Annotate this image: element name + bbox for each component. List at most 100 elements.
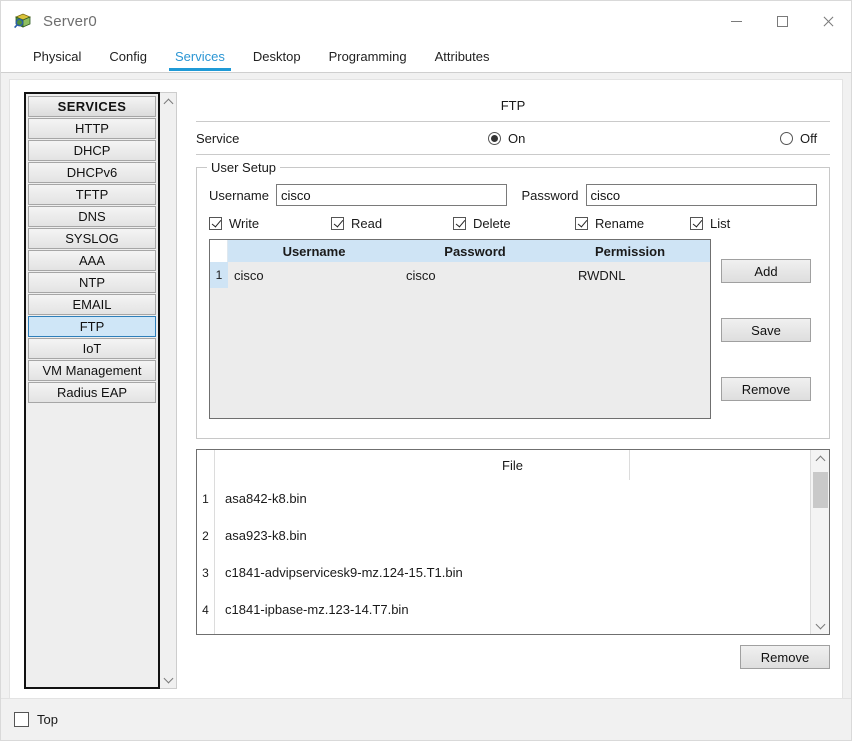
minimize-icon[interactable] <box>713 1 759 41</box>
permissions-row: Write Read Delete Rename List <box>209 216 817 231</box>
tab-bar: Physical Config Services Desktop Program… <box>1 41 851 73</box>
file-column-header: File <box>215 450 810 480</box>
service-label: Service <box>196 130 240 146</box>
sidebar-item-dhcp[interactable]: DHCP <box>28 140 156 161</box>
sidebar-scrollbar[interactable] <box>160 92 177 689</box>
user-setup-legend: User Setup <box>207 160 281 175</box>
password-label: Password <box>521 187 579 203</box>
service-off-radio[interactable]: Off <box>780 131 817 146</box>
user-row-permission: RWDNL <box>578 267 626 283</box>
list-checkbox[interactable] <box>690 217 703 230</box>
user-table[interactable]: Username Password Permission 1 cisco cis… <box>209 239 711 419</box>
sidebar-item-ntp[interactable]: NTP <box>28 272 156 293</box>
file-list-scrollbar[interactable] <box>810 450 829 634</box>
credentials-row: Username Password <box>209 184 817 206</box>
top-checkbox[interactable] <box>14 712 29 727</box>
delete-checkbox[interactable] <box>453 217 466 230</box>
tab-desktop[interactable]: Desktop <box>239 41 315 72</box>
sidebar-item-iot[interactable]: IoT <box>28 338 156 359</box>
sidebar-item-http[interactable]: HTTP <box>28 118 156 139</box>
tab-attributes[interactable]: Attributes <box>421 41 504 72</box>
write-checkbox[interactable] <box>209 217 222 230</box>
tab-physical[interactable]: Physical <box>19 41 95 72</box>
scroll-up-icon[interactable] <box>160 93 177 110</box>
file-name-column: File asa842-k8.bin asa923-k8.bin c1841-a… <box>215 450 810 634</box>
remove-user-button[interactable]: Remove <box>721 377 811 401</box>
service-toggle-row: Service On Off <box>196 121 830 155</box>
sidebar-item-dns[interactable]: DNS <box>28 206 156 227</box>
sidebar-item-dhcpv6[interactable]: DHCPv6 <box>28 162 156 183</box>
rename-checkbox[interactable] <box>575 217 588 230</box>
file-actions-row: Remove <box>196 645 830 669</box>
list-item[interactable]: asa923-k8.bin <box>215 517 810 554</box>
list-item[interactable]: asa842-k8.bin <box>215 480 810 517</box>
top-checkbox-group[interactable]: Top <box>14 712 58 727</box>
username-input[interactable] <box>275 184 508 206</box>
user-table-header-username: Username <box>282 243 346 259</box>
add-button[interactable]: Add <box>721 259 811 283</box>
permission-delete[interactable]: Delete <box>453 216 575 231</box>
file-row-index: 3 <box>202 565 209 580</box>
tab-services[interactable]: Services <box>161 41 239 72</box>
username-label: Username <box>209 187 269 203</box>
file-scroll-down-icon[interactable] <box>812 617 829 634</box>
user-row-index: 1 <box>210 262 228 288</box>
list-item[interactable]: c1841-advipservicesk9-mz.124-15.T1.bin <box>215 554 810 591</box>
sidebar-item-email[interactable]: EMAIL <box>28 294 156 315</box>
permission-read[interactable]: Read <box>331 216 453 231</box>
user-setup-group: User Setup Username Password Write <box>196 160 830 439</box>
sidebar-item-ftp[interactable]: FTP <box>28 316 156 337</box>
tab-programming[interactable]: Programming <box>315 41 421 72</box>
table-row[interactable]: 1 cisco cisco RWDNL <box>210 262 710 288</box>
top-label: Top <box>37 712 58 727</box>
service-on-label: On <box>508 130 526 146</box>
window-controls <box>713 1 851 41</box>
server-config-window: Server0 Physical Config Services Desktop… <box>0 0 852 741</box>
sidebar-item-radius-eap[interactable]: Radius EAP <box>28 382 156 403</box>
services-list: SERVICES HTTP DHCP DHCPv6 TFTP DNS SYSLO… <box>24 92 160 689</box>
user-table-header: Username Password Permission <box>210 240 710 262</box>
ftp-settings-pane: FTP Service On Off User Setup Username c… <box>196 92 830 669</box>
password-input[interactable] <box>585 184 817 206</box>
save-button[interactable]: Save <box>721 318 811 342</box>
file-row-index: 4 <box>202 602 209 617</box>
read-checkbox[interactable] <box>331 217 344 230</box>
window-title: Server0 <box>43 12 97 30</box>
user-row-password: cisco <box>406 267 436 283</box>
file-scrollbar-thumb[interactable] <box>813 472 828 508</box>
user-table-header-index <box>210 240 228 262</box>
service-on-radio[interactable]: On <box>488 131 525 146</box>
file-row-index: 2 <box>202 528 209 543</box>
sidebar-item-vm-management[interactable]: VM Management <box>28 360 156 381</box>
sidebar-item-tftp[interactable]: TFTP <box>28 184 156 205</box>
radio-off-indicator <box>780 131 793 145</box>
title-bar: Server0 <box>1 1 851 41</box>
sidebar-item-aaa[interactable]: AAA <box>28 250 156 271</box>
remove-file-button[interactable]: Remove <box>740 645 830 669</box>
user-table-header-password: Password <box>444 243 506 259</box>
user-table-buttons: Add Save Remove <box>721 239 811 419</box>
maximize-icon[interactable] <box>759 1 805 41</box>
write-label: Write <box>229 216 260 231</box>
scroll-down-icon[interactable] <box>160 671 177 688</box>
page-title: FTP <box>500 98 526 113</box>
sidebar-item-syslog[interactable]: SYSLOG <box>28 228 156 249</box>
services-list-header: SERVICES <box>28 96 156 117</box>
file-index-column: 1 2 3 4 <box>197 450 215 634</box>
service-off-label: Off <box>800 130 818 146</box>
permission-rename[interactable]: Rename <box>575 216 690 231</box>
user-table-header-permission: Permission <box>594 243 666 259</box>
list-item[interactable]: c1841-ipbase-mz.123-14.T7.bin <box>215 591 810 628</box>
delete-label: Delete <box>473 216 511 231</box>
permission-list[interactable]: List <box>690 216 730 231</box>
file-rows: asa842-k8.bin asa923-k8.bin c1841-advips… <box>215 480 810 628</box>
permission-write[interactable]: Write <box>209 216 331 231</box>
close-icon[interactable] <box>805 1 851 41</box>
file-scroll-up-icon[interactable] <box>812 450 829 467</box>
file-list-panel[interactable]: 1 2 3 4 File asa842-k8.bin asa923-k8.bin… <box>196 449 830 635</box>
list-label: List <box>710 216 731 231</box>
tab-config[interactable]: Config <box>95 41 161 72</box>
file-row-index: 1 <box>202 491 209 506</box>
body-area: SERVICES HTTP DHCP DHCPv6 TFTP DNS SYSLO… <box>1 73 851 699</box>
rename-label: Rename <box>595 216 645 231</box>
